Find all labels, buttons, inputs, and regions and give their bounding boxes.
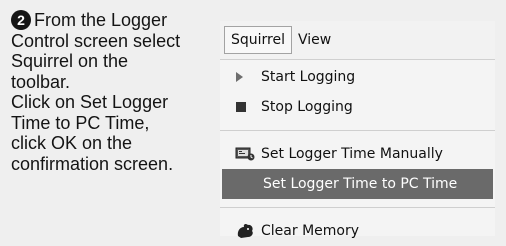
menu-separator — [220, 199, 495, 216]
play-arrow-icon — [235, 71, 261, 83]
menu-item-label: Set Logger Time to PC Time — [263, 176, 458, 192]
menu-item-set-logger-time-manually[interactable]: Set Logger Time Manually — [220, 139, 495, 169]
menu-item-clear-memory[interactable]: Clear Memory — [220, 216, 495, 246]
application-menu-screenshot: Squirrel View Start Logging Stop Logging — [220, 21, 495, 239]
instruction-text-block: 2 From the Logger Control screen select S… — [11, 10, 221, 174]
instruction-text: From the Logger — [34, 10, 168, 30]
menu-item-set-logger-time-to-pc-time[interactable]: Set Logger Time to PC Time — [222, 169, 493, 199]
menubar-item-squirrel[interactable]: Squirrel — [224, 26, 292, 54]
menu-item-stop-logging[interactable]: Stop Logging — [220, 92, 495, 122]
menu-separator — [220, 122, 495, 139]
menu-item-label: Stop Logging — [261, 99, 353, 115]
instruction-line-5: Click on Set Logger — [11, 92, 169, 112]
menubar: Squirrel View — [220, 21, 495, 60]
instruction-line-3: Squirrel on the — [11, 51, 129, 71]
instruction-line-2: Control screen select — [11, 30, 181, 51]
set-time-icon — [235, 146, 261, 162]
instruction-line-1: 2 From the Logger — [11, 10, 221, 31]
menu-item-label: Set Logger Time Manually — [261, 146, 443, 162]
step-number-badge: 2 — [11, 10, 31, 30]
stop-square-icon — [235, 101, 261, 113]
squirrel-icon — [235, 222, 261, 240]
menu-item-label: Start Logging — [261, 69, 356, 85]
menu-item-label: Clear Memory — [261, 223, 359, 239]
instruction-line-4: toolbar. — [11, 71, 71, 92]
instruction-line-7: click OK on the — [11, 133, 133, 153]
menubar-item-view[interactable]: View — [292, 28, 337, 52]
menu-item-start-logging[interactable]: Start Logging — [220, 62, 495, 92]
instruction-line-6: Time to PC Time, — [11, 112, 150, 133]
instruction-line-8: confirmation screen. — [11, 153, 174, 174]
squirrel-dropdown-menu: Start Logging Stop Logging Set Logger Ti… — [220, 62, 495, 246]
